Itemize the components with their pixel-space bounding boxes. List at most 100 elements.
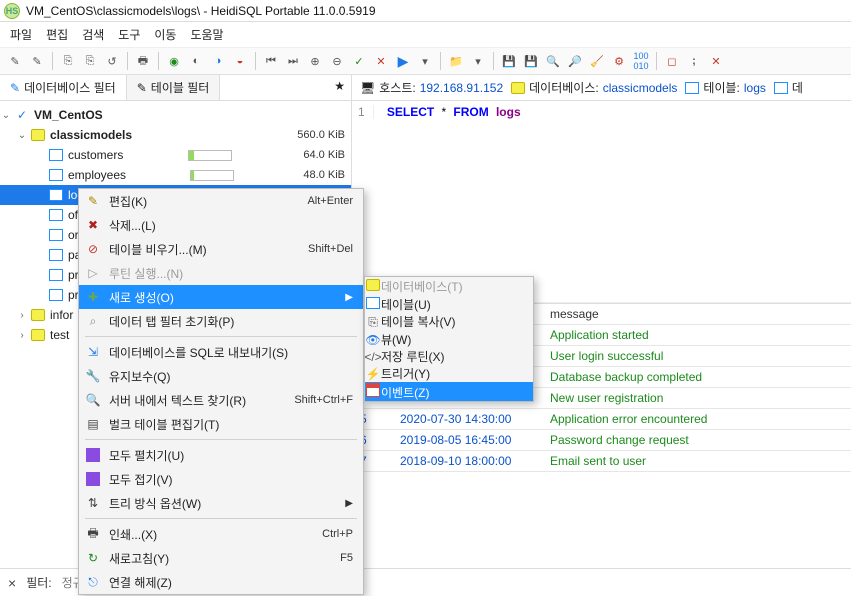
twisty-icon[interactable]: › xyxy=(16,329,28,341)
toolbar-dropdown-icon[interactable]: ▾ xyxy=(469,52,487,70)
cell-message[interactable]: Application started xyxy=(542,325,851,346)
menu-item[interactable]: ✚새로 생성(O)▶ xyxy=(79,285,363,309)
twisty-icon[interactable]: ⌄ xyxy=(16,129,28,141)
menu-item[interactable]: 모두 접기(V) xyxy=(79,467,363,491)
tab-database-filter[interactable]: ✎ 데이터베이스 필터 xyxy=(0,75,127,100)
menu-go[interactable]: 이동 xyxy=(154,26,176,43)
toolbar-btn[interactable]: 🧹 xyxy=(588,52,606,70)
tree-server[interactable]: ⌄ ✓ VM_CentOS xyxy=(0,105,351,125)
toolbar-btn[interactable]: ⏮ xyxy=(262,52,280,70)
menu-item[interactable]: ⎋연결 해제(Z) xyxy=(79,570,363,594)
sql-identifier: logs xyxy=(496,105,521,119)
cell-timestamp[interactable]: 2019-08-05 16:45:00 xyxy=(392,430,542,451)
save-icon[interactable]: 💾 xyxy=(500,52,518,70)
toolbar-btn[interactable]: ⎘ xyxy=(81,52,99,70)
menu-search[interactable]: 검색 xyxy=(82,26,104,43)
twisty-icon[interactable]: ⌄ xyxy=(0,109,12,121)
trigger-icon: ⚡ xyxy=(365,366,381,382)
menu-item[interactable]: 모두 펼치기(U) xyxy=(79,443,363,467)
submenu-item[interactable]: 테이블(U) xyxy=(365,295,533,313)
toolbar-btn[interactable]: ✕ xyxy=(372,52,390,70)
cell-message[interactable]: User login successful xyxy=(542,346,851,367)
menu-file[interactable]: 파일 xyxy=(10,26,32,43)
toolbar-dropdown-icon[interactable]: ▾ xyxy=(416,52,434,70)
toolbar-btn[interactable]: ↺ xyxy=(103,52,121,70)
toolbar-btn[interactable]: ⚙ xyxy=(610,52,628,70)
edit-icon: ✎ xyxy=(85,193,101,209)
toolbar-btn[interactable]: ◉ xyxy=(165,52,183,70)
toolbar-btn[interactable]: ✓ xyxy=(350,52,368,70)
menu-item[interactable]: ⌕데이터 탭 필터 초기화(P) xyxy=(79,309,363,333)
close-icon[interactable]: × xyxy=(8,575,16,591)
run-sql-icon[interactable]: ▶ xyxy=(394,52,412,70)
toolbar-btn[interactable]: ✎ xyxy=(28,52,46,70)
cell-timestamp[interactable]: 2020-07-30 14:30:00 xyxy=(392,409,542,430)
submenu-item[interactable]: 이벤트(Z) xyxy=(365,382,533,401)
menu-edit[interactable]: 편집 xyxy=(46,26,68,43)
database-icon xyxy=(511,82,525,94)
data-chip[interactable]: 데 xyxy=(774,79,803,96)
menu-item[interactable]: ✖삭제...(L) xyxy=(79,213,363,237)
context-menu[interactable]: ✎편집(K)Alt+Enter✖삭제...(L)⊘테이블 비우기...(M)Sh… xyxy=(78,188,364,595)
menu-item[interactable]: ⊘테이블 비우기...(M)Shift+Del xyxy=(79,237,363,261)
database-chip[interactable]: 데이터베이스: classicmodels xyxy=(511,79,677,96)
submenu-item-label: 데이터베이스(T) xyxy=(381,280,463,294)
menu-tools[interactable]: 도구 xyxy=(118,26,140,43)
submenu-item[interactable]: </>저장 루틴(X) xyxy=(365,348,533,365)
zoom-icon[interactable]: 🔍 xyxy=(544,52,562,70)
submenu-item[interactable]: ⎘테이블 복사(V) xyxy=(365,313,533,331)
tree-table[interactable]: employees 48.0 KiB xyxy=(0,165,351,185)
toolbar-btn[interactable]: ◻ xyxy=(663,52,681,70)
toolbar-btn[interactable]: ⏭ xyxy=(284,52,302,70)
export-icon: ⇲ xyxy=(85,344,101,360)
twisty-icon[interactable]: › xyxy=(16,309,28,321)
grid-row[interactable]: 6 2019-08-05 16:45:00 Password change re… xyxy=(352,430,851,451)
toolbar-btn[interactable]: 🖶 xyxy=(134,52,152,70)
toolbar-btn[interactable]: ; xyxy=(685,52,703,70)
host-chip[interactable]: 🖥호스트: 192.168.91.152 xyxy=(360,79,503,96)
menu-item[interactable]: ↻새로고침(Y)F5 xyxy=(79,546,363,570)
tree-table[interactable]: customers 64.0 KiB xyxy=(0,145,351,165)
save-icon[interactable]: 💾 xyxy=(522,52,540,70)
menu-item[interactable]: ✎편집(K)Alt+Enter xyxy=(79,189,363,213)
menu-item[interactable]: 🖶인쇄...(X)Ctrl+P xyxy=(79,522,363,546)
submenu-item-label: 테이블 복사(V) xyxy=(381,315,456,329)
toolbar-btn[interactable]: ◒ xyxy=(231,52,249,70)
grid-row[interactable]: 7 2018-09-10 18:00:00 Email sent to user xyxy=(352,451,851,472)
toolbar-btn[interactable]: ⎘ xyxy=(59,52,77,70)
toolbar-btn[interactable]: ⊕ xyxy=(306,52,324,70)
open-icon[interactable]: 📁 xyxy=(447,52,465,70)
toolbar-btn[interactable]: ◐ xyxy=(187,52,205,70)
grid-header-message[interactable]: message xyxy=(542,304,851,325)
table-chip[interactable]: 테이블: logs xyxy=(685,79,765,96)
tree-database[interactable]: ⌄ classicmodels 560.0 KiB xyxy=(0,125,351,145)
star-icon[interactable]: ★ xyxy=(328,75,351,100)
submenu-item: 데이터베이스(T) xyxy=(365,277,533,295)
menu-item[interactable]: 🔧유지보수(Q) xyxy=(79,364,363,388)
submenu-item[interactable]: 👁뷰(W) xyxy=(365,331,533,348)
sql-editor[interactable]: 1 SELECT * FROM logs xyxy=(352,101,851,303)
cell-message[interactable]: New user registration xyxy=(542,388,851,409)
tab-table-filter[interactable]: ✎ 테이블 필터 xyxy=(127,75,221,100)
cell-message[interactable]: Application error encountered xyxy=(542,409,851,430)
toolbar-btn[interactable]: ✕ xyxy=(707,52,725,70)
cell-message[interactable]: Database backup completed xyxy=(542,367,851,388)
submenu-item[interactable]: ⚡트리거(Y) xyxy=(365,365,533,382)
proc-icon: </> xyxy=(365,349,381,365)
toolbar-btn[interactable]: ✎ xyxy=(6,52,24,70)
table-label: employees xyxy=(68,168,126,182)
menu-item[interactable]: ⇅트리 방식 옵션(W)▶ xyxy=(79,491,363,515)
cell-message[interactable]: Email sent to user xyxy=(542,451,851,472)
toolbar-btn[interactable]: 100010 xyxy=(632,52,650,70)
menu-item[interactable]: ⇲데이터베이스를 SQL로 내보내기(S) xyxy=(79,340,363,364)
toolbar-btn[interactable]: ◑ xyxy=(209,52,227,70)
cell-message[interactable]: Password change request xyxy=(542,430,851,451)
menu-help[interactable]: 도움말 xyxy=(190,26,223,43)
menu-item[interactable]: 🔍서버 내에서 텍스트 찾기(R)Shift+Ctrl+F xyxy=(79,388,363,412)
cell-timestamp[interactable]: 2018-09-10 18:00:00 xyxy=(392,451,542,472)
menu-item[interactable]: ▤벌크 테이블 편집기(T) xyxy=(79,412,363,436)
toolbar-btn[interactable]: ⊖ xyxy=(328,52,346,70)
grid-row[interactable]: 5 2020-07-30 14:30:00 Application error … xyxy=(352,409,851,430)
submenu-create-new[interactable]: 데이터베이스(T)테이블(U)⎘테이블 복사(V)👁뷰(W)</>저장 루틴(X… xyxy=(364,276,534,402)
zoom-out-icon[interactable]: 🔎 xyxy=(566,52,584,70)
